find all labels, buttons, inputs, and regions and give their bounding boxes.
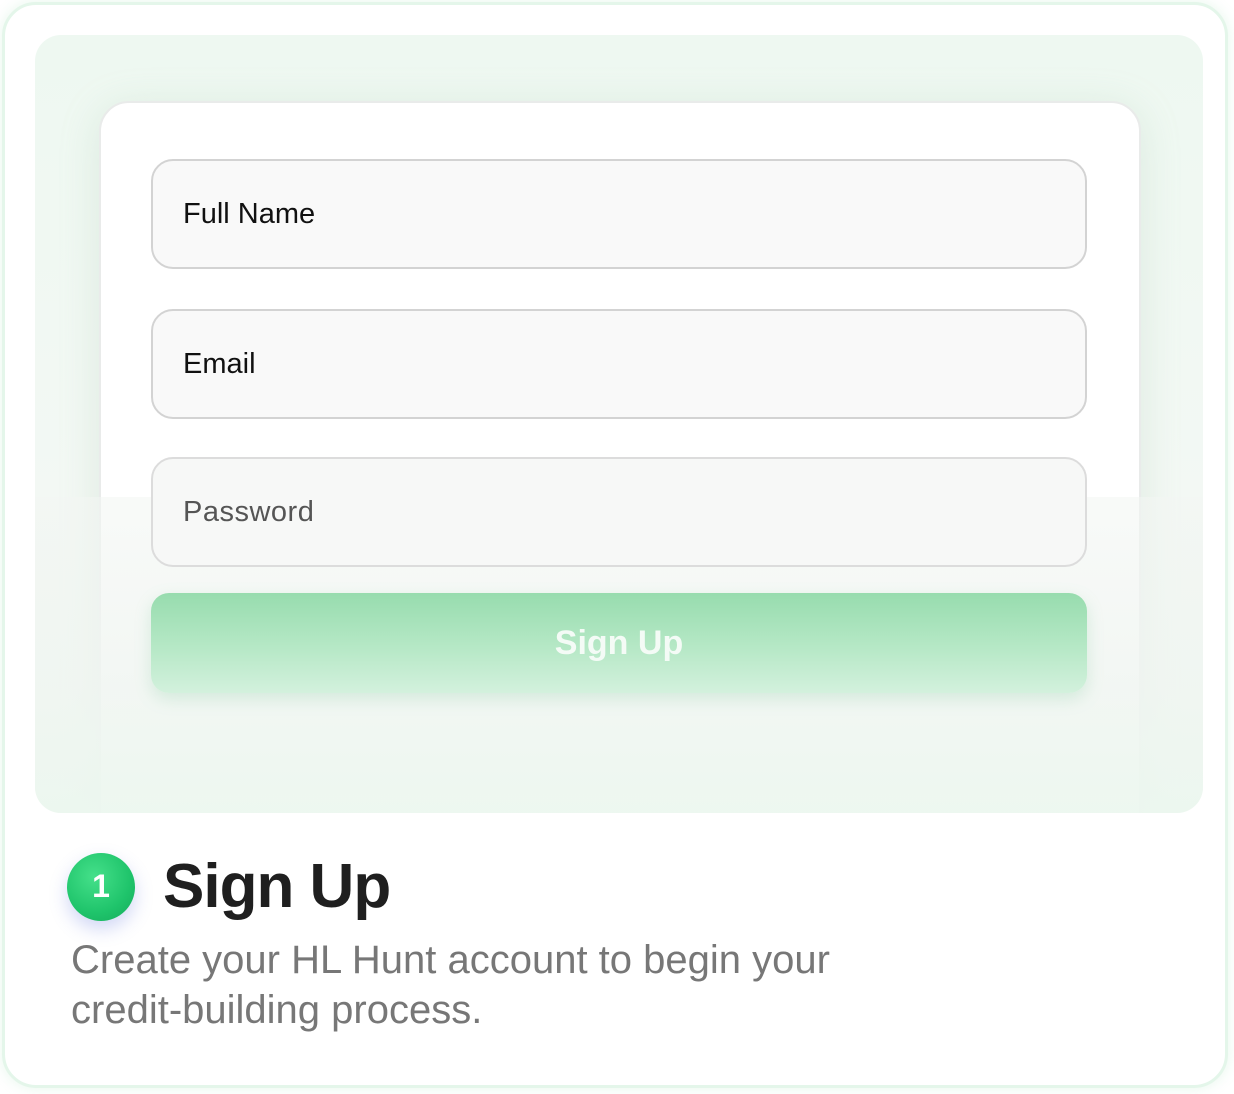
password-field[interactable] (151, 457, 1087, 567)
step-title: Sign Up (163, 852, 391, 921)
password-input[interactable] (181, 494, 1057, 530)
step-heading: 1 Sign Up (67, 851, 391, 922)
email-field[interactable] (151, 309, 1087, 419)
step-number-badge: 1 (67, 852, 135, 921)
step-description: Create your HL Hunt account to begin you… (71, 938, 830, 1032)
full-name-field[interactable] (151, 159, 1087, 269)
full-name-input[interactable] (181, 196, 1057, 232)
signup-form-preview: Sign Up (35, 35, 1203, 813)
email-input[interactable] (181, 346, 1057, 382)
sign-up-button[interactable]: Sign Up (151, 593, 1087, 693)
step-card: Sign Up 1 Sign Up Create your HL Hunt ac… (2, 2, 1228, 1088)
